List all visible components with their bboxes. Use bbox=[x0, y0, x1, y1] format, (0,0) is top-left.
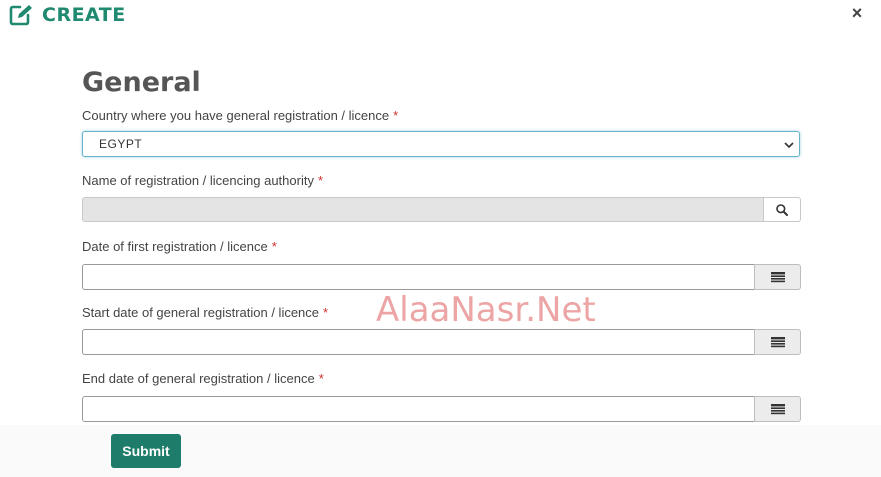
calendar-icon bbox=[770, 271, 785, 282]
submit-button[interactable]: Submit bbox=[111, 434, 181, 468]
end-date-label: End date of general registration / licen… bbox=[82, 371, 324, 387]
start-date-label-text: Start date of general registration / lic… bbox=[82, 305, 320, 320]
logo-text: CREATE bbox=[42, 4, 126, 26]
close-icon[interactable]: × bbox=[846, 2, 868, 24]
end-date-label-text: End date of general registration / licen… bbox=[82, 371, 315, 386]
start-date-label: Start date of general registration / lic… bbox=[82, 305, 328, 321]
create-logo: CREATE bbox=[8, 3, 126, 27]
country-select[interactable]: EGYPT bbox=[82, 131, 800, 157]
start-date-calendar-button[interactable] bbox=[754, 329, 801, 355]
required-marker: * bbox=[323, 305, 329, 320]
required-marker: * bbox=[271, 239, 277, 254]
first-date-label-text: Date of first registration / licence bbox=[82, 239, 268, 254]
page-title: General bbox=[82, 67, 201, 98]
country-label: Country where you have general registrat… bbox=[82, 108, 398, 124]
required-marker: * bbox=[318, 371, 324, 386]
watermark: AlaaNasr.Net bbox=[376, 290, 596, 330]
calendar-icon bbox=[770, 336, 785, 347]
edit-square-icon bbox=[9, 5, 32, 26]
chevron-down-icon bbox=[784, 142, 794, 149]
calendar-icon bbox=[770, 403, 785, 414]
required-marker: * bbox=[393, 108, 399, 123]
authority-label: Name of registration / licencing authori… bbox=[82, 173, 323, 189]
end-date-calendar-button[interactable] bbox=[754, 396, 801, 422]
first-date-calendar-button[interactable] bbox=[754, 264, 801, 290]
authority-search-button[interactable] bbox=[763, 197, 801, 222]
start-date-input[interactable] bbox=[82, 329, 755, 355]
authority-input[interactable] bbox=[82, 197, 764, 222]
first-date-input[interactable] bbox=[82, 264, 755, 290]
first-date-label: Date of first registration / licence * bbox=[82, 239, 277, 255]
end-date-input[interactable] bbox=[82, 396, 755, 422]
header-bar: CREATE × bbox=[0, 0, 881, 30]
country-label-text: Country where you have general registrat… bbox=[82, 108, 390, 123]
country-select-value: EGYPT bbox=[99, 137, 143, 151]
required-marker: * bbox=[317, 173, 324, 188]
search-icon bbox=[776, 203, 788, 216]
authority-label-text: Name of registration / licencing authori… bbox=[82, 173, 314, 188]
